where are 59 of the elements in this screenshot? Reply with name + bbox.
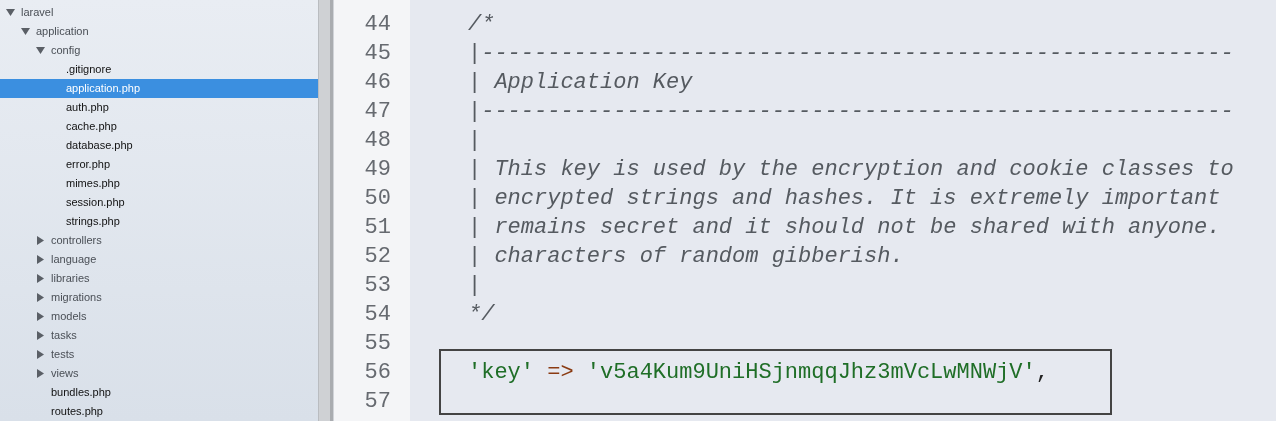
code-line: /* — [468, 12, 495, 37]
expanded-triangle-icon[interactable] — [6, 8, 15, 17]
file-row[interactable]: .gitignore — [0, 60, 318, 79]
code-line: 'key' => 'v5a4Kum9UniHSjnmqqJhz3mVcLwMNWjV', — [468, 360, 1049, 385]
folder-row[interactable]: migrations — [0, 288, 318, 307]
expanded-triangle-icon[interactable] — [21, 27, 30, 36]
folder-row[interactable]: tests — [0, 345, 318, 364]
folder-row[interactable]: application — [0, 22, 318, 41]
file-row[interactable]: auth.php — [0, 98, 318, 117]
line-number: 56 — [364, 360, 391, 385]
line-number: 46 — [364, 70, 391, 95]
folder-row[interactable]: controllers — [0, 231, 318, 250]
folder-row[interactable]: config — [0, 41, 318, 60]
collapsed-triangle-icon[interactable] — [36, 350, 45, 359]
line-number: 54 — [364, 302, 391, 327]
collapsed-triangle-icon[interactable] — [36, 293, 45, 302]
folder-row[interactable]: models — [0, 307, 318, 326]
folder-row[interactable]: laravel — [0, 3, 318, 22]
code-line: | characters of random gibberish. — [468, 244, 904, 269]
line-number: 57 — [364, 389, 391, 414]
code-line: |--------------------------------------------------------- — [468, 99, 1234, 124]
code-line: |--------------------------------------------------------- — [468, 41, 1234, 66]
file-row[interactable]: mimes.php — [0, 174, 318, 193]
code-line: */ — [468, 302, 495, 327]
collapsed-triangle-icon[interactable] — [36, 236, 45, 245]
file-row[interactable]: session.php — [0, 193, 318, 212]
scrollbar[interactable] — [318, 0, 330, 421]
folder-row[interactable]: libraries — [0, 269, 318, 288]
collapsed-triangle-icon[interactable] — [36, 312, 45, 321]
line-number: 53 — [364, 273, 391, 298]
line-number: 55 — [364, 331, 391, 356]
code-line: | remains secret and it should not be shared with anyone. — [468, 215, 1221, 240]
code-line: | — [468, 128, 482, 153]
line-number: 45 — [364, 41, 391, 66]
collapsed-triangle-icon[interactable] — [36, 274, 45, 283]
line-number: 48 — [364, 128, 391, 153]
folder-row[interactable]: tasks — [0, 326, 318, 345]
file-row[interactable]: routes.php — [0, 402, 318, 421]
line-number: 50 — [364, 186, 391, 211]
file-row[interactable]: strings.php — [0, 212, 318, 231]
code-line: | encrypted strings and hashes. It is extremely important — [468, 186, 1221, 211]
file-row[interactable]: error.php — [0, 155, 318, 174]
code-line: | This key is used by the encryption and cookie classes to — [468, 157, 1234, 182]
collapsed-triangle-icon[interactable] — [36, 369, 45, 378]
code-line: | — [468, 273, 482, 298]
code-line: | Application Key — [468, 70, 693, 95]
file-row[interactable]: bundles.php — [0, 383, 318, 402]
file-row[interactable]: database.php — [0, 136, 318, 155]
file-row[interactable]: cache.php — [0, 117, 318, 136]
expanded-triangle-icon[interactable] — [36, 46, 45, 55]
collapsed-triangle-icon[interactable] — [36, 255, 45, 264]
line-number: 51 — [364, 215, 391, 240]
folder-row[interactable]: views — [0, 364, 318, 383]
folder-row[interactable]: language — [0, 250, 318, 269]
collapsed-triangle-icon[interactable] — [36, 331, 45, 340]
line-number: 47 — [364, 99, 391, 124]
line-number: 49 — [364, 157, 391, 182]
line-number: 44 — [364, 12, 391, 37]
line-number: 52 — [364, 244, 391, 269]
